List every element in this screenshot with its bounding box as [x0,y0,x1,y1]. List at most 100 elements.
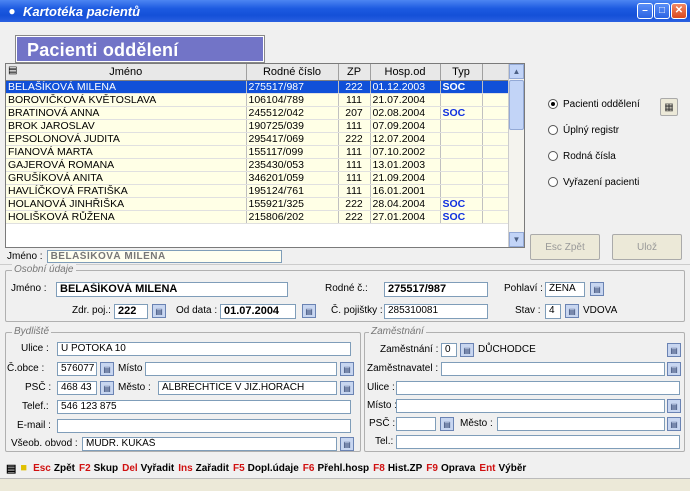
byd-cobce-picker-icon[interactable]: ▤ [100,362,114,376]
stav-picker-icon[interactable]: ▤ [565,304,579,318]
byd-misto-picker-icon[interactable]: ▤ [340,362,354,376]
table-row[interactable]: FIANOVÁ MARTA 155117/099 111 07.10.2002 [6,145,511,159]
zam-misto-field[interactable] [396,399,665,413]
stav-code-field[interactable]: 4 [545,304,561,319]
zam-mesto-picker-icon[interactable]: ▤ [667,417,681,431]
fkey-0-key[interactable]: Esc [33,463,51,474]
scroll-thumb[interactable] [509,80,524,130]
table-row[interactable]: HOLIŠKOVÁ RŮŽENA 215806/202 222 27.01.2004 S… [6,210,511,224]
byd-misto-field[interactable] [145,362,337,376]
pohlavi-picker-icon[interactable]: ▤ [590,282,604,296]
zam-psc-picker-icon[interactable]: ▤ [440,417,454,431]
fkey-0-label[interactable]: Zpět [54,463,75,474]
grid-menu-icon[interactable]: ▤ [8,65,17,76]
column-header-rc[interactable]: Rodné číslo [246,64,339,81]
fkey-8-key[interactable]: Ent [479,463,495,474]
esc-back-button[interactable]: Esc Zpět [530,234,600,260]
cell-typ [440,119,483,133]
cpoj-field[interactable]: 285310081 [384,304,488,319]
table-row[interactable]: BRATINOVÁ ANNA 245512/042 207 02.08.2004 SOC [6,106,511,120]
column-header-zp[interactable]: ZP [338,64,371,81]
fkey-2-label[interactable]: Vyřadit [141,463,175,474]
selected-name-field: BELAŠÍKOVÁ MILENA [46,250,282,263]
table-row[interactable]: EPSOLONOVÁ JUDITA 295417/069 222 12.07.2004 [6,132,511,146]
zam-code-field[interactable]: 0 [441,343,457,357]
zam-ulice-field[interactable] [396,381,680,395]
cell-rc: 275517/987 [246,80,339,94]
table-row[interactable]: GRUŠÍKOVÁ ANITA 346201/059 111 21.09.2004 [6,171,511,185]
fkey-7-key[interactable]: F9 [426,463,438,474]
fkey-5-label[interactable]: Přehl.hosp [317,463,369,474]
minimize-icon[interactable]: – [637,3,653,19]
fkey-4-label[interactable]: Dopl.údaje [248,463,299,474]
info-icon[interactable]: ■ [20,462,27,474]
radio-vyrazeni-pacienti[interactable]: Vyřazení pacienti [548,175,640,189]
fkey-1-label[interactable]: Skup [94,463,118,474]
zam-mesto-field[interactable] [497,417,665,431]
byd-mesto-picker-icon[interactable]: ▤ [340,381,354,395]
byd-mesto-field[interactable]: ALBRECHTICE V JIZ.HORÁCH [158,381,337,395]
close-icon[interactable]: ✕ [671,3,687,19]
scroll-down-icon[interactable]: ▼ [509,232,524,247]
zamestnavatel-field[interactable] [441,362,665,376]
cell-extra [482,93,511,107]
cell-rc: 295417/069 [246,132,339,146]
radio-pacienti-oddeleni[interactable]: Pacienti oddělení [548,97,640,111]
zam-misto-picker-icon[interactable]: ▤ [667,399,681,413]
maximize-icon[interactable]: □ [654,3,670,19]
fkey-6-key[interactable]: F8 [373,463,385,474]
rc-field[interactable]: 275517/987 [384,282,488,297]
column-header-jmeno[interactable]: ▤ Jméno [6,64,247,81]
fkey-6-label[interactable]: Hist.ZP [388,463,422,474]
byd-psc-field[interactable]: 468 43 [57,381,97,395]
grid-scrollbar[interactable]: ▲ ▼ [508,64,524,247]
zamestnavatel-picker-icon[interactable]: ▤ [667,362,681,376]
fkey-8-label[interactable]: Výběr [499,463,527,474]
byd-email-field[interactable] [57,419,351,433]
byd-ulice-field[interactable]: U POTOKA 10 [57,342,351,356]
zam-picker-icon[interactable]: ▤ [460,343,474,357]
table-row[interactable]: BOROVIČKOVÁ KVĚTOSLAVA 106104/789 111 21.07… [6,93,511,107]
byd-psc-picker-icon[interactable]: ▤ [100,381,114,395]
zam-psc-field[interactable] [396,417,436,431]
table-row[interactable]: HOLANOVÁ JINHŘIŠKA 155921/325 222 28.04.200… [6,197,511,211]
cell-typ: SOC [440,197,483,211]
table-row[interactable]: BROK JAROSLAV 190725/039 111 07.09.2004 [6,119,511,133]
book-icon[interactable]: ▤ [6,462,16,475]
pohlavi-field[interactable]: ŽENA [545,282,585,297]
column-header-typ[interactable]: Typ [440,64,483,81]
column-header-hosp[interactable]: Hosp.od [370,64,441,81]
patient-grid[interactable]: ▤ Jméno Rodné číslo ZP Hosp.od Typ BELAŠÍ… [5,63,525,248]
byd-telef-field[interactable]: 546 123 875 [57,400,351,414]
zam-tel-label: Tel.: [375,436,394,447]
scroll-up-icon[interactable]: ▲ [509,64,524,79]
fkey-7-label[interactable]: Oprava [441,463,475,474]
byd-cobce-field[interactable]: 576077 [57,362,97,376]
save-button[interactable]: Ulož [612,234,682,260]
fkey-3-key[interactable]: Ins [178,463,192,474]
oddata-field[interactable]: 01.07.2004 [220,304,296,319]
zdrpoj-field[interactable]: 222 [114,304,148,319]
title-bar: ● Kartotéka pacientů – □ ✕ [0,0,690,22]
cell-hosp: 13.01.2003 [370,158,441,172]
zam-extra-picker-icon[interactable]: ▤ [667,343,681,357]
fkey-4-key[interactable]: F5 [233,463,245,474]
jmeno-field[interactable]: BELAŠÍKOVÁ MILENA [56,282,288,297]
cell-jmeno: BROK JAROSLAV [6,119,247,133]
zam-tel-field[interactable] [396,435,680,449]
table-row[interactable]: GAJEROVÁ ROMANA 235430/053 111 13.01.2003 [6,158,511,172]
byd-obvod-field[interactable]: MUDR. KUKÁŠ [82,437,337,451]
table-row[interactable]: BELAŠÍKOVÁ MILENA 275517/987 222 01.12.2003… [6,80,511,94]
fkey-2-key[interactable]: Del [122,463,138,474]
zdrpoj-picker-icon[interactable]: ▤ [152,304,166,318]
table-row[interactable]: HAVLÍČKOVÁ FRATIŠKA 195124/761 111 16.01.20… [6,184,511,198]
fkey-3-label[interactable]: Zařadit [196,463,229,474]
oddata-picker-icon[interactable]: ▤ [302,304,316,318]
byd-obvod-label: Všeob. obvod : [11,438,78,449]
radio-rodna-cisla[interactable]: Rodná čísla [548,149,640,163]
fkey-5-key[interactable]: F6 [303,463,315,474]
fkey-1-key[interactable]: F2 [79,463,91,474]
save-disk-icon[interactable]: ▦ [660,98,678,116]
radio-uplny-registr[interactable]: Úplný registr [548,123,640,137]
byd-obvod-picker-icon[interactable]: ▤ [340,437,354,451]
